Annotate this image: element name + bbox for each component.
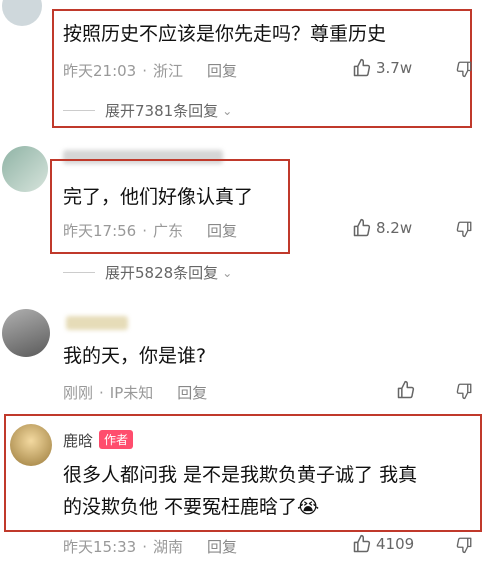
- dislike-button[interactable]: [455, 536, 473, 554]
- like-count: 4109: [376, 535, 415, 553]
- comment-content: 完了，他们好像认真了: [63, 186, 254, 208]
- comment-meta: 刚刚 · IP未知 回复: [63, 382, 207, 403]
- expand-replies-label: 展开5828条回复: [105, 264, 219, 282]
- avatar[interactable]: [2, 309, 50, 357]
- like-count: 8.2w: [376, 219, 413, 237]
- comment-time: 昨天17:56: [63, 222, 137, 240]
- comment-time: 刚刚: [63, 384, 94, 402]
- comment-content: 我的天，你是谁?: [63, 345, 207, 367]
- meta-separator: ·: [99, 384, 104, 402]
- thumbs-down-icon: [456, 537, 472, 554]
- comment-meta: 昨天17:56 · 广东 回复: [63, 220, 237, 241]
- expand-replies[interactable]: 展开5828条回复 ⌄: [63, 262, 232, 283]
- meta-separator: ·: [142, 222, 148, 240]
- avatar[interactable]: [2, 0, 42, 26]
- thumbs-up-icon: [353, 58, 371, 77]
- comment-time: 昨天21:03: [63, 62, 137, 80]
- comment-content-line-1: 很多人都问我 是不是我欺负黄子诚了 我真: [63, 464, 418, 486]
- comment-meta: 昨天15:33 · 湖南 回复: [63, 536, 237, 557]
- thumbs-down-icon: [456, 383, 472, 400]
- reply-button[interactable]: 回复: [207, 62, 237, 80]
- username-label: 鹿晗: [63, 432, 94, 450]
- expand-replies-label: 展开7381条回复: [105, 102, 219, 120]
- like-button[interactable]: 4109: [352, 534, 414, 554]
- dislike-button[interactable]: [455, 60, 473, 78]
- expand-replies[interactable]: 展开7381条回复 ⌄: [63, 100, 232, 121]
- reply-button[interactable]: 回复: [207, 538, 237, 556]
- comment-username[interactable]: 鹿晗 作者: [63, 430, 134, 451]
- avatar[interactable]: [10, 424, 52, 466]
- comment-location: 湖南: [153, 538, 184, 556]
- meta-separator: ·: [142, 538, 148, 556]
- dislike-button[interactable]: [455, 382, 473, 400]
- chevron-down-icon: ⌄: [222, 265, 233, 280]
- like-button[interactable]: 3.7w: [352, 58, 412, 78]
- comment-location: 浙江: [153, 62, 184, 80]
- divider: [63, 272, 95, 273]
- thumbs-up-icon: [353, 218, 371, 237]
- avatar[interactable]: [2, 146, 48, 192]
- reply-button[interactable]: 回复: [177, 384, 207, 402]
- like-count: 3.7w: [376, 59, 413, 77]
- meta-separator: ·: [142, 62, 148, 80]
- blurred-username: [66, 316, 128, 330]
- like-button[interactable]: [396, 380, 416, 400]
- reply-button[interactable]: 回复: [207, 222, 237, 240]
- comment-content-line-2: 的没欺负他 不要冤枉鹿晗了😭: [63, 496, 320, 518]
- divider: [63, 110, 95, 111]
- author-badge: 作者: [99, 430, 134, 449]
- comment-location: IP未知: [109, 384, 154, 402]
- thumbs-up-icon: [397, 380, 415, 399]
- comment-meta: 昨天21:03 · 浙江 回复: [63, 60, 237, 81]
- like-button[interactable]: 8.2w: [352, 218, 412, 238]
- thumbs-down-icon: [456, 221, 472, 238]
- comment-time: 昨天15:33: [63, 538, 137, 556]
- comment-content: 按照历史不应该是你先走吗？尊重历史: [63, 23, 387, 45]
- dislike-button[interactable]: [455, 220, 473, 238]
- comment-location: 广东: [153, 222, 184, 240]
- thumbs-down-icon: [456, 61, 472, 78]
- chevron-down-icon: ⌄: [222, 103, 233, 118]
- thumbs-up-icon: [353, 534, 371, 553]
